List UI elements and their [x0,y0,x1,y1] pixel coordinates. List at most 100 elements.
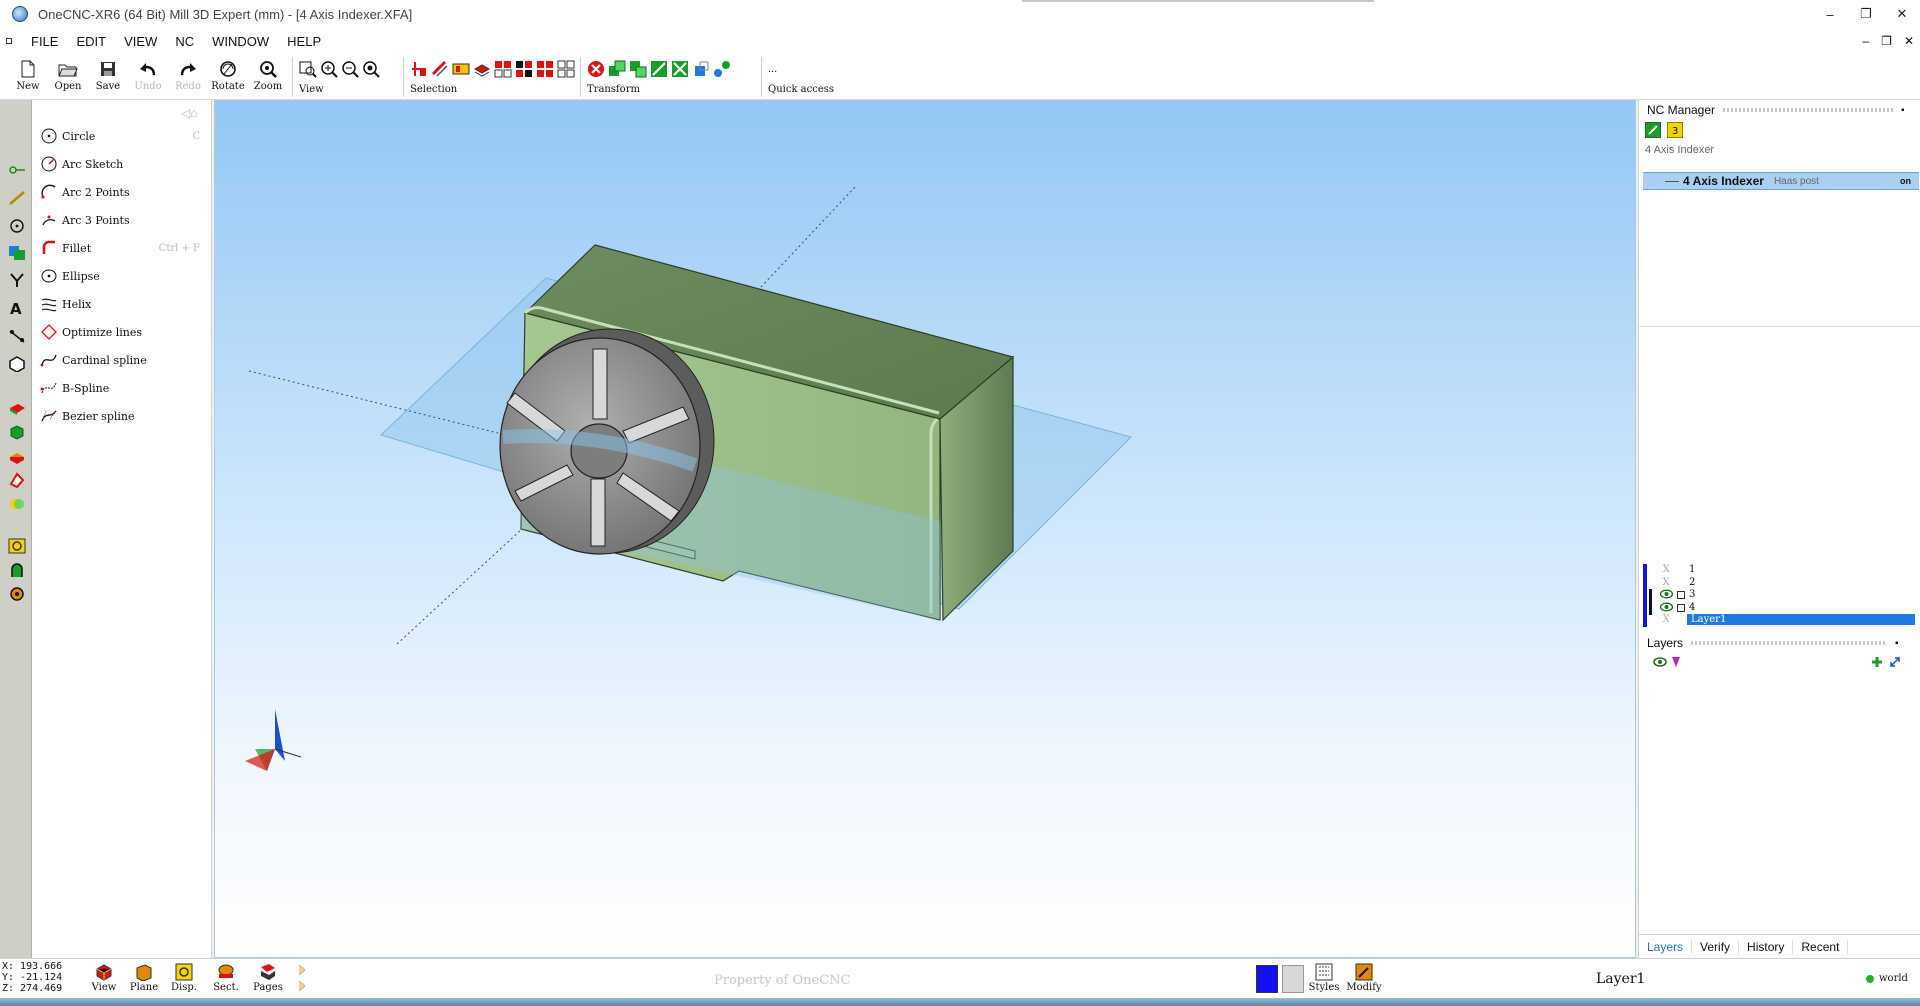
nc-setup-row[interactable]: 4 Axis Indexer Haas post on [1643,172,1919,190]
select-entities-icon[interactable] [410,60,428,78]
plane-status-button[interactable]: Plane [126,963,162,993]
save-button[interactable]: Save [88,54,128,92]
eye-hidden-icon[interactable]: X [1659,614,1673,627]
layer-lock-checkbox[interactable] [1677,603,1685,612]
modify-button[interactable]: Modify [1346,963,1382,993]
sketch-tool-arc-3-points[interactable]: Arc 3 Points [40,210,206,230]
layer-row[interactable]: 4 [1643,601,1919,615]
menu-view[interactable]: VIEW [115,34,166,49]
dimension-icon[interactable] [8,328,26,344]
select-grid-d-icon[interactable] [557,60,575,78]
sketch-tool-arc-sketch[interactable]: Arc Sketch [40,154,206,174]
quick-access-group[interactable]: ... Quick access [768,54,868,95]
system-menu-icon[interactable] [6,38,12,44]
eye-toggle-all-icon[interactable] [1653,656,1667,668]
mdi-minimize-button[interactable]: – [1862,34,1869,48]
current-layer-label[interactable]: Layer1 [1596,971,1645,987]
zoom-in-icon[interactable] [320,60,338,78]
menu-help[interactable]: HELP [278,34,330,49]
add-layer-icon[interactable] [1871,656,1883,668]
panel-grip[interactable] [1723,108,1894,112]
move-icon[interactable] [608,60,626,78]
solid-shell-icon[interactable] [8,472,26,488]
secondary-color-swatch[interactable] [1282,965,1304,993]
current-color-swatch[interactable] [1256,965,1278,993]
eye-hidden-icon[interactable]: X [1659,577,1673,590]
menu-window[interactable]: WINDOW [203,34,278,49]
menu-file[interactable]: FILE [22,34,67,49]
styles-button[interactable]: Styles [1306,963,1342,993]
select-layer-icon[interactable] [473,60,491,78]
offset-icon[interactable] [692,60,710,78]
mirror-icon[interactable] [671,60,689,78]
zoom-all-icon[interactable] [362,60,380,78]
solid-revolve-icon[interactable] [8,448,26,464]
polygon-icon[interactable] [8,356,26,372]
menu-edit[interactable]: EDIT [67,34,115,49]
mdi-restore-button[interactable]: ❐ [1881,34,1892,48]
tab-history[interactable]: History [1739,939,1794,954]
machining-setup-icon[interactable] [8,538,26,554]
status-arrows-icon[interactable] [296,963,310,993]
layer-row[interactable]: X1 [1643,564,1919,577]
copy-icon[interactable] [629,60,647,78]
array-icon[interactable] [713,60,731,78]
menu-nc[interactable]: NC [166,34,203,49]
layer-row[interactable]: 3 [1643,589,1919,602]
select-window-icon[interactable] [452,60,470,78]
tab-layers[interactable]: Layers [1639,939,1693,954]
display-status-button[interactable]: Disp. [166,963,202,993]
surface-icon[interactable] [8,245,26,261]
sketch-tool-arc-2-points[interactable]: Arc 2 Points [40,182,206,202]
delete-icon[interactable] [587,60,605,78]
zoom-out-icon[interactable] [341,60,359,78]
panel-grip[interactable] [1691,641,1888,645]
maximize-button[interactable]: ❐ [1848,0,1884,28]
view-status-button[interactable]: View [86,963,122,993]
select-grid-b-icon[interactable] [515,60,533,78]
point-icon[interactable] [8,162,26,178]
expand-layers-icon[interactable] [1889,656,1901,668]
tab-recent[interactable]: Recent [1793,939,1849,954]
pages-status-button[interactable]: Pages [250,963,286,993]
app-icon[interactable] [12,6,28,22]
nc-setup-icon[interactable] [1645,122,1661,138]
coordinate-system[interactable]: world [1866,973,1908,984]
solid-extrude-icon[interactable] [8,424,26,440]
select-grid-a-icon[interactable] [494,60,512,78]
new-button[interactable]: New [8,54,48,92]
nc-axis-icon[interactable]: 3 [1667,122,1683,138]
tab-verify[interactable]: Verify [1692,939,1740,954]
close-button[interactable]: ✕ [1884,0,1920,28]
circle-tool-icon[interactable] [8,218,26,234]
sketch-tool-cardinal-spline[interactable]: Cardinal spline [40,350,206,370]
eye-visible-icon[interactable] [1659,589,1673,602]
sketch-tool-fillet[interactable]: Fillet Ctrl + F [40,238,206,258]
layer-row[interactable]: X Layer1 [1643,614,1919,627]
eye-hidden-icon[interactable]: X [1659,564,1673,577]
select-grid-c-icon[interactable] [536,60,554,78]
text-icon[interactable]: A [8,300,26,316]
layer-color-icon[interactable] [1671,656,1681,668]
pin-icon[interactable]: ▪ [1895,638,1899,649]
home-icon[interactable]: ◁⌂ [181,106,201,120]
undo-button[interactable]: Undo [128,54,168,92]
sketch-tool-b-spline[interactable]: B-Spline [40,378,206,398]
3d-viewport[interactable] [214,100,1636,958]
nc-state[interactable]: on [1900,176,1911,186]
layer-row[interactable]: X2 [1643,576,1919,590]
rotate-button[interactable]: Rotate [208,54,248,92]
solid-boolean-icon[interactable] [8,496,26,512]
layer-lock-checkbox[interactable] [1677,591,1685,599]
open-button[interactable]: Open [48,54,88,92]
toolpath-icon[interactable] [8,562,26,578]
minimize-button[interactable]: – [1812,0,1848,28]
scale-icon[interactable] [650,60,668,78]
solid-box-icon[interactable] [8,400,26,416]
select-chain-icon[interactable] [431,60,449,78]
redo-button[interactable]: Redo [168,54,208,92]
sketch-tool-circle[interactable]: Circle C [40,126,206,146]
eye-visible-icon[interactable] [1659,602,1673,615]
sketch-tool-bezier-spline[interactable]: Bezier spline [40,406,206,426]
mdi-close-button[interactable]: ✕ [1904,34,1914,48]
